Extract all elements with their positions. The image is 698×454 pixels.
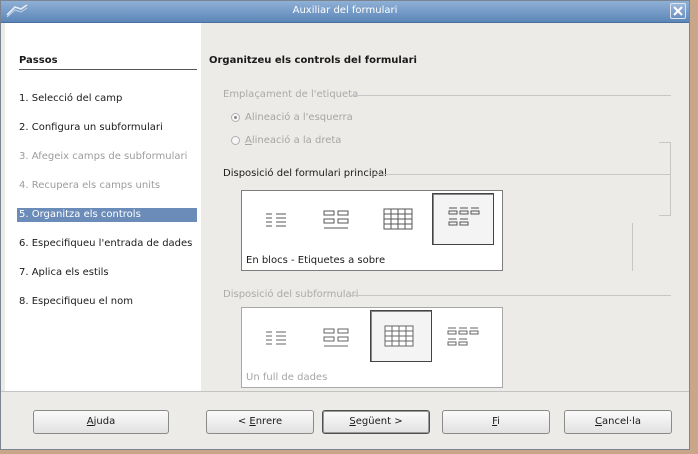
steps-heading: Passos [19, 55, 58, 66]
finish-button[interactable]: Fi [442, 410, 550, 434]
radio-checked-icon [231, 113, 240, 122]
main-layout-caption: En blocs - Etiquetes a sobre [246, 255, 386, 266]
datasheet-icon [384, 325, 414, 347]
layout-option-blocks-top[interactable] [432, 193, 494, 245]
group-divider [373, 174, 671, 175]
step-8[interactable]: 8. Especifiqueu el nom [19, 295, 197, 309]
sub-layout-option-datasheet[interactable] [370, 310, 432, 362]
window-title: Auxiliar del formulari [292, 5, 398, 16]
step-2[interactable]: 2. Configura un subformulari [19, 121, 197, 135]
sub-layout-option-columnar-top[interactable] [308, 310, 370, 362]
sub-layout-option-columnar-left[interactable] [246, 310, 308, 362]
step-3: 3. Afegeix camps de subformulari [19, 151, 188, 162]
align-right-radio[interactable]: Alineació a la dreta [231, 135, 341, 146]
back-button[interactable]: < Enrere [206, 410, 314, 434]
step-4: 4. Recupera els camps units [19, 180, 161, 191]
cancel-button[interactable]: Cancel·la [564, 410, 672, 434]
layout-option-columnar-top[interactable] [308, 193, 370, 245]
radio-unchecked-icon [231, 136, 240, 145]
main-layout-title: Disposició del formulari principal [223, 168, 387, 179]
blocks-top-icon [447, 327, 479, 346]
step-6[interactable]: 6. Especifiqueu l'entrada de dades [19, 237, 197, 251]
sub-layout-selector[interactable]: Un full de dades [241, 307, 503, 388]
group-frame-edge [670, 142, 671, 215]
page-title: Organitzeu els controls del formulari [209, 55, 417, 66]
help-button[interactable]: Ajuda [33, 410, 169, 434]
columnar-left-icon [266, 331, 286, 345]
align-right-label: Alineació a la dreta [245, 135, 342, 146]
group-frame-edge [632, 223, 633, 271]
columnar-top-icon [323, 210, 349, 229]
step-5[interactable]: 5. Organitza els controls [17, 208, 197, 222]
sub-layout-caption: Un full de dades [246, 372, 328, 383]
sub-layout-title: Disposició del subformulari [223, 289, 359, 300]
main-layout-selector[interactable]: En blocs - Etiquetes a sobre [241, 190, 503, 271]
dialog-window: Auxiliar del formulari Passos 1. Selecci… [0, 0, 690, 450]
group-frame-edge [659, 215, 671, 216]
close-button[interactable] [670, 3, 686, 19]
datasheet-icon [383, 208, 413, 230]
title-bar[interactable]: Auxiliar del formulari [1, 1, 689, 23]
steps-divider [19, 69, 197, 70]
step-7[interactable]: 7. Aplica els estils [19, 266, 197, 280]
footer-divider [1, 391, 689, 392]
sub-layout-option-blocks-top[interactable] [432, 310, 494, 362]
group-divider [351, 95, 671, 96]
step-1[interactable]: 1. Selecció del camp [19, 92, 197, 106]
layout-option-columnar-left[interactable] [246, 193, 308, 245]
align-left-label: Alineació a l'esquerra [245, 112, 353, 123]
label-placement-title: Emplaçament de l'etiqueta [223, 89, 359, 100]
columnar-left-icon [266, 213, 286, 227]
blocks-top-icon [448, 207, 480, 226]
layout-option-datasheet[interactable] [370, 193, 432, 245]
steps-panel: Passos 1. Selecció del camp 2. Configura… [5, 23, 201, 391]
close-icon [673, 6, 683, 16]
next-button[interactable]: Següent > [322, 410, 430, 434]
group-divider [351, 295, 671, 296]
align-left-radio[interactable]: Alineació a l'esquerra [231, 112, 353, 123]
columnar-top-icon [323, 328, 349, 347]
content-panel: Organitzeu els controls del formulari Em… [201, 23, 689, 391]
